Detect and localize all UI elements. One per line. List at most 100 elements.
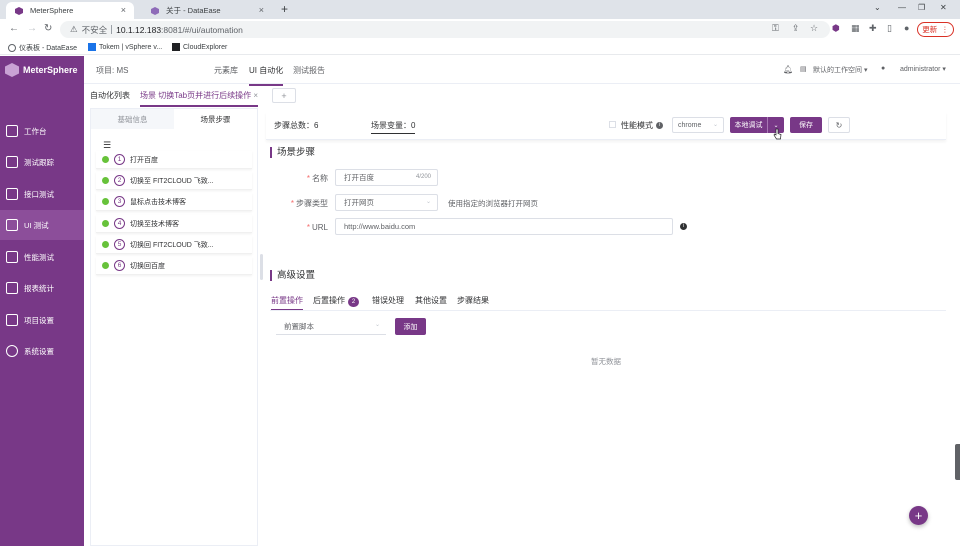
save-button[interactable]: 保存 [790,117,822,133]
url-input[interactable]: http://www.baidu.com [335,218,673,235]
tab-scenario[interactable]: 场景 切换Tab页并进行后续操作 × [140,90,259,107]
pre-script-select[interactable]: 前置脚本 ⌄ [276,318,386,335]
sidebar-item-workbench[interactable]: 工作台 [0,116,84,146]
project-selector[interactable]: 项目: MS [96,65,128,76]
advanced-tabs: 前置操作 后置操作 2 错误处理 其他设置 步骤结果 [270,293,946,311]
brand-logo[interactable]: MeterSphere [0,56,84,84]
sidebar-item-system-settings[interactable]: 系统设置 [0,336,84,366]
sidebar-item-api-test[interactable]: 接口测试 [0,179,84,209]
tab-pre-operations[interactable]: 前置操作 [271,295,303,310]
step-item[interactable]: 6 切换回百度 [96,257,252,275]
chevron-down-icon: ⌄ [374,322,380,328]
workspace-selector[interactable]: 默认的工作空间 ▾ [813,65,867,75]
browser-select[interactable]: chrome ⌄ [672,117,724,133]
url-label: * URL [306,223,328,232]
star-icon[interactable]: ☆ [810,23,818,34]
chevron-down-icon: ⌄ [712,122,718,128]
more-icon: ⋮ [941,25,949,34]
sidebar-item-performance[interactable]: 性能测试 [0,242,84,272]
bookmark-vsphere[interactable]: Tokem | vSphere v... [88,43,162,51]
nav-ui-automation[interactable]: UI 自动化 [249,65,284,86]
scrollbar-handle[interactable] [955,444,960,480]
scene-variables-link[interactable]: 场景变量：0 [371,120,416,134]
nav-element-library[interactable]: 元素库 [214,65,238,76]
browser-tab-dataease[interactable]: 关于 - DataEase × [142,2,272,19]
cloudexplorer-icon [172,43,180,51]
refresh-icon[interactable]: ↻ [828,117,850,133]
success-icon [102,262,109,269]
success-icon [102,198,109,205]
info-icon[interactable]: i [680,223,687,230]
tab-basic-info[interactable]: 基础信息 [91,109,174,129]
step-item[interactable]: 4 切换至技术博客 [96,215,252,233]
sidebar-item-project-settings[interactable]: 项目设置 [0,305,84,335]
report-icon [6,282,18,294]
add-step-fab[interactable]: + [909,506,928,525]
app-header: MeterSphere 项目: MS 元素库 UI 自动化 测试报告 🔔︎ ▤ … [0,56,960,86]
add-button[interactable]: 添加 [395,318,426,335]
restore-icon[interactable]: ❐ [918,3,925,12]
sidebar-item-ui-test[interactable]: UI 测试 [0,210,84,240]
user-menu[interactable]: administrator ▾ [900,65,946,73]
browser-tab-metersphere[interactable]: MeterSphere × [6,2,134,19]
tab-step-results[interactable]: 步骤结果 [457,295,489,306]
hand-cursor-icon [773,128,782,140]
project-icon [6,314,18,326]
tab-automation-list[interactable]: 自动化列表 [90,90,130,101]
new-tab-icon[interactable]: + [281,2,288,16]
address-bar[interactable]: ⚠ 不安全 10.1.12.183 :8081/#/ui/automation [60,21,830,38]
empty-state: 暂无数据 [591,357,621,366]
warning-icon: ⚠ [70,24,78,34]
success-icon [102,156,109,163]
sidepanel-icon[interactable]: ▯ [887,23,892,34]
profile-icon[interactable]: ● [904,23,909,33]
close-icon[interactable]: × [253,91,258,100]
step-count: 步骤总数：6 [274,121,319,130]
update-button[interactable]: 更新 ⋮ [917,22,954,37]
api-icon [6,188,18,200]
back-icon[interactable]: ← [9,23,19,34]
share-icon[interactable]: ⇪ [792,23,800,34]
key-icon[interactable]: ⚿ [772,23,779,34]
nav-test-report[interactable]: 测试报告 [293,65,325,76]
step-item[interactable]: 1 打开百度 [96,151,252,169]
info-icon: i [656,122,663,130]
bookmark-cloudexplorer[interactable]: CloudExplorer [172,43,227,51]
bookmark-dataease[interactable]: 仪表板 - DataEase [8,43,77,53]
bell-icon[interactable]: 🔔︎ [783,65,793,74]
tab-scenario-steps[interactable]: 场景步骤 [174,109,257,129]
dataease-favicon [151,7,159,15]
chevron-down-icon[interactable]: ⌄ [874,3,881,12]
forward-icon[interactable]: → [27,23,37,34]
add-tab-button[interactable]: + [272,88,296,103]
step-type-hint: 使用指定的浏览器打开网页 [448,199,538,208]
minimize-icon[interactable]: — [898,3,906,12]
bookmarks-bar: 仪表板 - DataEase Tokem | vSphere v... Clou… [0,41,960,55]
tab-post-operations[interactable]: 后置操作 2 [313,295,359,307]
tab-error-handling[interactable]: 错误处理 [372,295,404,306]
sidebar-item-test-track[interactable]: 测试跟踪 [0,147,84,177]
step-item[interactable]: 2 切换至 FIT2CLOUD 飞致... [96,172,252,190]
workspace-icon: ▤ [800,66,807,73]
count-badge: 2 [348,297,359,307]
tab-other-settings[interactable]: 其他设置 [415,295,447,306]
extension-metersphere-icon[interactable]: ⬢ [832,23,840,34]
close-tab-icon[interactable]: × [259,5,264,15]
step-name-input[interactable]: 打开百度 4/200 [335,169,438,186]
extension-grid-icon[interactable]: ▦ [851,23,860,34]
step-item[interactable]: 3 鼠标点击技术博客 [96,193,252,211]
scenario-left-panel: 基础信息 场景步骤 ☰ 1 打开百度 2 切换至 FIT2CLOUD 飞致... 3… [90,108,258,546]
step-type-select[interactable]: 打开网页 ⌄ [335,194,438,211]
browser-tabbar: MeterSphere × 关于 - DataEase × + ⌄ — ❐ ✕ [0,0,960,19]
perf-mode-checkbox[interactable] [609,121,616,128]
panel-splitter[interactable] [260,254,263,280]
close-tab-icon[interactable]: × [121,5,126,15]
reload-icon[interactable]: ↻ [44,23,52,34]
ui-icon [6,219,18,231]
sidebar-item-report[interactable]: 报表统计 [0,273,84,303]
puzzle-icon[interactable]: ✚ [869,23,877,34]
menu-icon[interactable]: ☰ [103,140,111,151]
step-type-label: * 步骤类型 [290,199,328,208]
close-window-icon[interactable]: ✕ [940,3,947,12]
step-item[interactable]: 5 切换回 FIT2CLOUD 飞致... [96,236,252,254]
